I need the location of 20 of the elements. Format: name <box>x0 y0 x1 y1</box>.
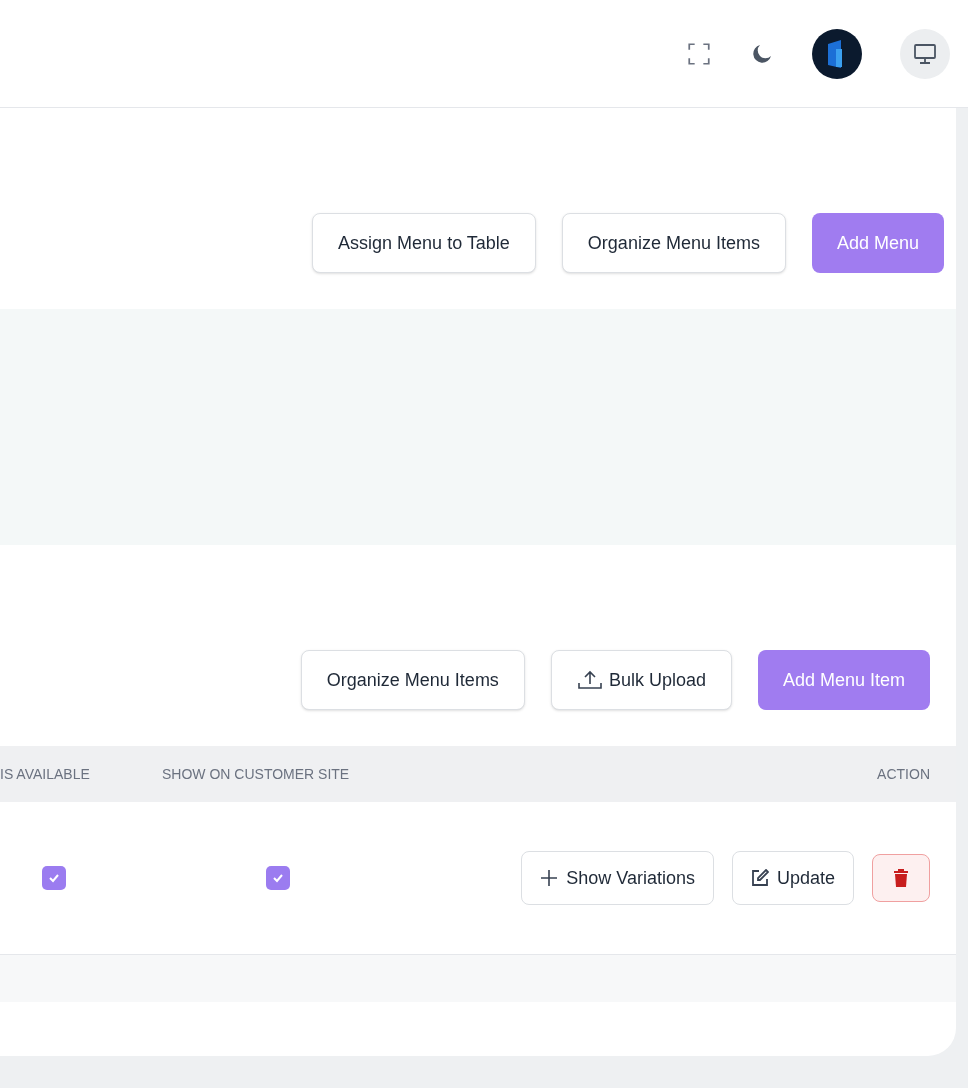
outline-button[interactable]: Assign Menu to Table <box>312 213 536 273</box>
upload-icon <box>576 669 603 691</box>
fullscreen-icon[interactable] <box>686 40 712 67</box>
monitor-button[interactable] <box>900 28 950 79</box>
delete-button[interactable] <box>872 854 930 902</box>
trash-icon <box>894 869 908 887</box>
plus-icon <box>540 869 559 887</box>
outline-button[interactable]: Organize Menu Items <box>300 650 525 710</box>
column-header: ACTION <box>876 764 931 784</box>
outline-button[interactable]: Organize Menu Items <box>561 213 786 273</box>
column-header: SHOW ON CUSTOMER SITE <box>161 764 351 784</box>
avatar-icon[interactable] <box>812 28 862 79</box>
edit-icon <box>750 869 769 887</box>
upload-button[interactable]: Bulk Upload <box>550 650 732 710</box>
checkbox[interactable] <box>42 866 66 890</box>
column-header: IS AVAILABLE <box>0 764 91 784</box>
update-button[interactable]: Update <box>731 851 854 905</box>
monitor-icon <box>913 42 937 65</box>
checkbox[interactable] <box>266 866 290 890</box>
show-variations-button[interactable]: Show Variations <box>521 851 714 905</box>
